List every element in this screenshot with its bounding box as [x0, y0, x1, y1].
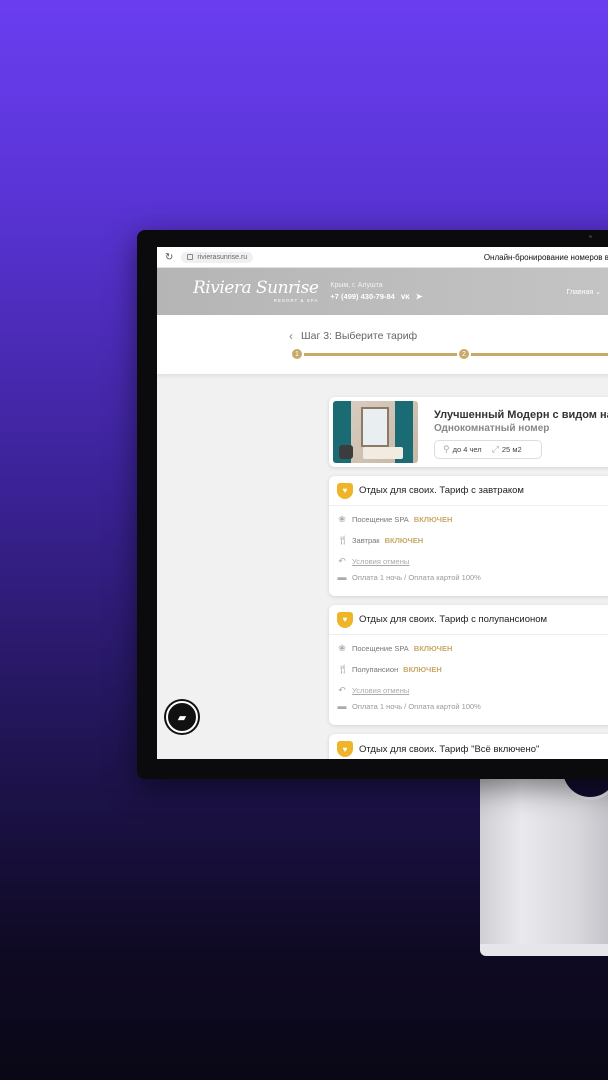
- step-progress-line: [291, 353, 608, 356]
- tariff-name: Отдых для своих. Тариф с завтраком: [359, 485, 524, 496]
- lock-icon: [187, 254, 194, 260]
- payment-text: Оплата 1 ночь / Оплата картой 100%: [352, 572, 481, 582]
- logo-main: Riviera Sunrise: [193, 277, 319, 298]
- fork-knife-icon: 🍴︎: [337, 664, 349, 674]
- tariff-name: Отдых для своих. Тариф "Всё включено": [359, 743, 540, 755]
- site-logo[interactable]: Riviera Sunrise RESORT & SPA: [193, 277, 319, 304]
- tariff-header: ♥ Отдых для своих. Тариф с завтраком: [329, 476, 608, 506]
- room-area: 25 м2: [501, 445, 522, 454]
- meal-label: Завтрак: [352, 536, 380, 545]
- chevron-left-icon[interactable]: ‹: [289, 329, 293, 343]
- cancel-row: ↶ Условия отмены: [337, 556, 608, 567]
- tariff-name: Отдых для своих. Тариф с полупансионом: [359, 614, 548, 625]
- room-type: Однокомнатный номер: [434, 423, 550, 434]
- lotus-icon: ❀: [338, 514, 346, 524]
- logo-sub: RESORT & SPA: [273, 297, 319, 303]
- fork-knife-icon: 🍴︎: [337, 535, 349, 545]
- payment-row: ▬ Оплата 1 ночь / Оплата картой 100%: [337, 701, 608, 711]
- meal-value: ВКЛЮЧЕН: [403, 665, 442, 674]
- step-header: ‹ Шаг 3: Выберите тариф 1 2: [157, 315, 608, 374]
- payment-text: Оплата 1 ночь / Оплата картой 100%: [352, 701, 481, 711]
- undo-icon: ↶: [338, 685, 346, 695]
- browser-bar: ↻ rivierasunrise.ru Онлайн-бронирование …: [157, 247, 608, 268]
- heart-badge-icon: ♥: [337, 741, 353, 757]
- step-dot-1[interactable]: 1: [290, 347, 304, 361]
- tariff-card[interactable]: ♥ Отдых для своих. Тариф с полупансионом…: [329, 605, 608, 725]
- spa-label: Посещение SPA: [352, 515, 409, 524]
- contacts: Крым, г. Алушта +7 (499) 430-79-84 ᴠᴋ ➤: [330, 282, 422, 301]
- tariff-card[interactable]: ♥ Отдых для своих. Тариф "Всё включено": [329, 734, 608, 759]
- room-capacity: до 4 чел: [452, 445, 482, 454]
- screen: ↻ rivierasunrise.ru Онлайн-бронирование …: [157, 247, 608, 759]
- room-photo-chair: [339, 445, 353, 459]
- step-dot-2[interactable]: 2: [457, 347, 471, 361]
- monitor-camera: [589, 235, 592, 238]
- tariff-body: ❀ Посещение SPA ВКЛЮЧЕН 🍴︎ Завтрак ВКЛЮЧ…: [329, 506, 608, 582]
- chat-icon: ▰: [177, 711, 187, 724]
- spa-value: ВКЛЮЧЕН: [413, 515, 453, 524]
- meal-row: 🍴︎ Завтрак ВКЛЮЧЕН: [337, 535, 608, 546]
- spa-row: ❀ Посещение SPA ВКЛЮЧЕН: [337, 514, 608, 525]
- cancel-policy-link[interactable]: Условия отмены: [352, 686, 409, 695]
- heart-badge-icon: ♥: [337, 611, 353, 628]
- heart-badge-icon: ♥: [337, 482, 353, 499]
- room-name: Улучшенный Модерн с видом на: [434, 409, 608, 421]
- monitor: ↻ rivierasunrise.ru Онлайн-бронирование …: [137, 230, 608, 779]
- room-photo-bed: [363, 447, 403, 459]
- room-card[interactable]: Улучшенный Модерн с видом на Однокомнатн…: [329, 397, 608, 467]
- payment-row: ▬ Оплата 1 ночь / Оплата картой 100%: [337, 572, 608, 582]
- spa-label: Посещение SPA: [352, 644, 409, 653]
- tariff-header: ♥ Отдых для своих. Тариф "Всё включено": [329, 734, 608, 759]
- room-tags: ⚲ до 4 чел ⤢ 25 м2: [434, 440, 542, 459]
- person-icon: ⚲: [443, 444, 450, 454]
- undo-icon: ↶: [338, 556, 346, 566]
- card-icon: ▬: [337, 572, 347, 582]
- page-heading: Онлайн-бронирование номеров в: [483, 252, 608, 262]
- room-photo[interactable]: [333, 401, 418, 463]
- meal-row: 🍴︎ Полупансион ВКЛЮЧЕН: [337, 664, 608, 675]
- tariff-card[interactable]: ♥ Отдых для своих. Тариф с завтраком ❀ П…: [329, 476, 608, 596]
- phone-row: +7 (499) 430-79-84 ᴠᴋ ➤: [330, 292, 422, 301]
- nav-main-menu[interactable]: Главная ⌄: [567, 288, 601, 296]
- cancel-policy-link[interactable]: Условия отмены: [352, 557, 409, 566]
- lotus-icon: ❀: [338, 643, 346, 653]
- vk-icon[interactable]: ᴠᴋ: [401, 292, 410, 301]
- cancel-row: ↶ Условия отмены: [337, 685, 608, 696]
- url-text: rivierasunrise.ru: [197, 253, 248, 261]
- reload-icon[interactable]: ↻: [165, 252, 173, 263]
- phone-link[interactable]: +7 (499) 430-79-84: [330, 292, 394, 301]
- monitor-stand-base: [480, 944, 608, 956]
- tariff-body: ❀ Посещение SPA ВКЛЮЧЕН 🍴︎ Полупансион В…: [329, 635, 608, 711]
- telegram-icon[interactable]: ➤: [416, 292, 423, 301]
- room-photo-window: [361, 407, 389, 447]
- url-bar[interactable]: rivierasunrise.ru: [181, 251, 254, 263]
- chat-button[interactable]: ▰: [166, 701, 198, 733]
- location-text: Крым, г. Алушта: [330, 282, 383, 289]
- area-icon: ⤢: [491, 444, 499, 454]
- meal-label: Полупансион: [352, 665, 399, 674]
- spa-value: ВКЛЮЧЕН: [413, 644, 453, 653]
- monitor-stand: [480, 776, 608, 954]
- site-header: Riviera Sunrise RESORT & SPA Крым, г. Ал…: [157, 268, 608, 315]
- step-title: ‹ Шаг 3: Выберите тариф: [289, 329, 417, 343]
- tariff-header: ♥ Отдых для своих. Тариф с полупансионом: [329, 605, 608, 635]
- spa-row: ❀ Посещение SPA ВКЛЮЧЕН: [337, 643, 608, 654]
- room-info: Улучшенный Модерн с видом на Однокомнатн…: [418, 401, 608, 463]
- content: Улучшенный Модерн с видом на Однокомнатн…: [329, 397, 608, 759]
- step-title-text: Шаг 3: Выберите тариф: [301, 330, 418, 342]
- card-icon: ▬: [337, 701, 347, 711]
- meal-value: ВКЛЮЧЕН: [384, 536, 424, 545]
